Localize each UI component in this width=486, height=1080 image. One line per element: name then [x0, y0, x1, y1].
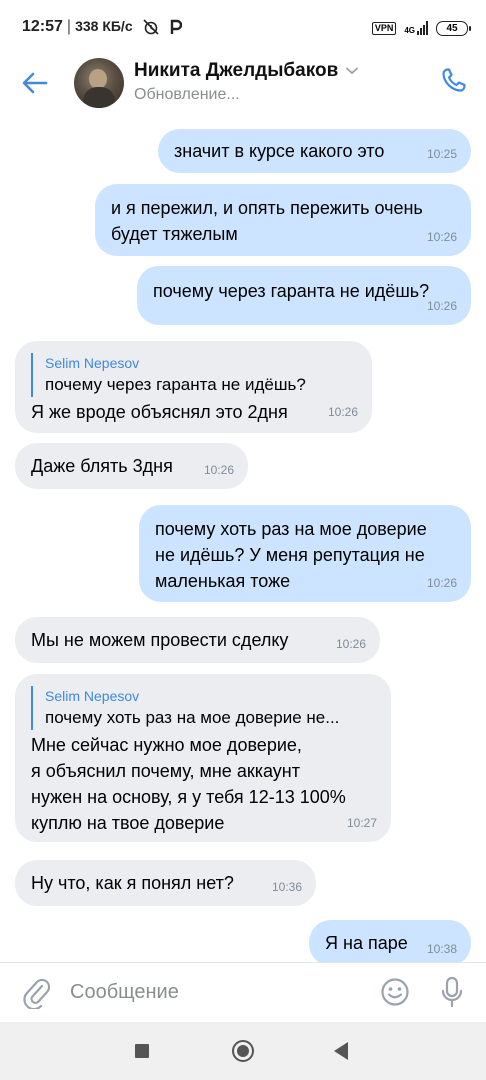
- network-type: 4G: [404, 26, 415, 35]
- contact-status: Обновление...: [134, 86, 240, 103]
- message-text: Мне сейчас нужно мое доверие, я объяснил…: [31, 735, 346, 833]
- reply-text: почему через гаранта не идёшь?: [45, 375, 306, 394]
- nav-back-icon[interactable]: [334, 1042, 348, 1060]
- status-right: VPN 4G 45: [371, 18, 471, 38]
- message-text: и я пережил, и опять пережить очень буде…: [111, 198, 423, 244]
- message-time: 10:26: [335, 637, 366, 651]
- message-list[interactable]: значит в курсе какого это 10:25 и я пере…: [0, 112, 486, 962]
- recents-icon[interactable]: [135, 1044, 149, 1058]
- message-time: 10:25: [426, 147, 457, 161]
- message-bubble-incoming[interactable]: Мы не можем провести сделку 10:26: [15, 617, 380, 663]
- message-bubble-incoming[interactable]: Selim Nepesov почему через гаранта не ид…: [15, 341, 372, 433]
- status-bar: 12:57 | 338 КБ/с VPN 4G 45: [0, 0, 486, 56]
- microphone-icon[interactable]: [440, 976, 464, 1008]
- battery-level: 45: [446, 22, 458, 34]
- emoji-icon[interactable]: [380, 977, 410, 1007]
- reply-quote[interactable]: Selim Nepesov почему через гаранта не ид…: [31, 353, 372, 397]
- message-input-bar: Сообщение: [0, 962, 486, 1023]
- back-arrow-icon[interactable]: [20, 68, 50, 98]
- message-time: 10:26: [426, 299, 457, 313]
- reply-author: Selim Nepesov: [45, 355, 140, 371]
- message-bubble-outgoing[interactable]: Я на паре 10:38: [309, 920, 471, 962]
- message-text: почему через гаранта не идёшь?: [153, 281, 430, 301]
- message-bubble-outgoing[interactable]: почему хоть раз на мое доверие не идёшь?…: [139, 505, 471, 602]
- message-text: Мы не можем провести сделку: [31, 630, 289, 650]
- message-time: 10:26: [327, 405, 358, 419]
- message-time: 10:36: [271, 880, 302, 894]
- message-text: Я же вроде объяснял это 2дня: [31, 402, 288, 422]
- chat-header: Никита Джелдыбаков Обновление...: [0, 56, 486, 112]
- message-time: 10:26: [426, 230, 457, 244]
- message-bubble-outgoing[interactable]: и я пережил, и опять пережить очень буде…: [95, 184, 471, 256]
- message-time: 10:26: [426, 576, 457, 590]
- avatar[interactable]: [74, 58, 124, 108]
- message-bubble-outgoing[interactable]: почему через гаранта не идёшь? 10:26: [137, 266, 471, 325]
- phone-icon[interactable]: [440, 66, 468, 94]
- message-time: 10:27: [346, 816, 377, 830]
- signal-icon: 4G: [404, 21, 428, 35]
- message-bubble-incoming[interactable]: Selim Nepesov почему хоть раз на мое дов…: [15, 674, 391, 842]
- reply-text: почему хоть раз на мое доверие не...: [45, 708, 340, 727]
- message-bubble-incoming[interactable]: Ну что, как я понял нет? 10:36: [15, 860, 316, 906]
- status-left: 12:57 | 338 КБ/с: [22, 18, 182, 36]
- chevron-down-icon[interactable]: [346, 67, 359, 75]
- status-time: 12:57: [22, 18, 63, 35]
- vpn-badge: VPN: [371, 21, 397, 35]
- message-bubble-incoming[interactable]: Даже блять 3дня 10:26: [15, 443, 248, 489]
- p-icon: [170, 19, 182, 34]
- message-time: 10:38: [426, 942, 457, 956]
- message-time: 10:26: [203, 463, 234, 477]
- message-text: почему хоть раз на мое доверие не идёшь?…: [155, 519, 427, 591]
- battery-icon: 45: [436, 20, 471, 36]
- reply-author: Selim Nepesov: [45, 688, 140, 704]
- message-bubble-outgoing[interactable]: значит в курсе какого это 10:25: [158, 129, 471, 173]
- system-nav-bar: [0, 1022, 486, 1080]
- attach-icon[interactable]: [22, 977, 50, 1009]
- home-icon[interactable]: [232, 1040, 254, 1062]
- status-speed: 338 КБ/с: [75, 18, 133, 34]
- alarm-off-icon: [143, 19, 159, 35]
- contact-name-row[interactable]: Никита Джелдыбаков: [134, 60, 359, 82]
- contact-name[interactable]: Никита Джелдыбаков: [134, 60, 338, 82]
- message-input[interactable]: Сообщение: [70, 981, 179, 1004]
- reply-quote[interactable]: Selim Nepesov почему хоть раз на мое дов…: [31, 686, 391, 730]
